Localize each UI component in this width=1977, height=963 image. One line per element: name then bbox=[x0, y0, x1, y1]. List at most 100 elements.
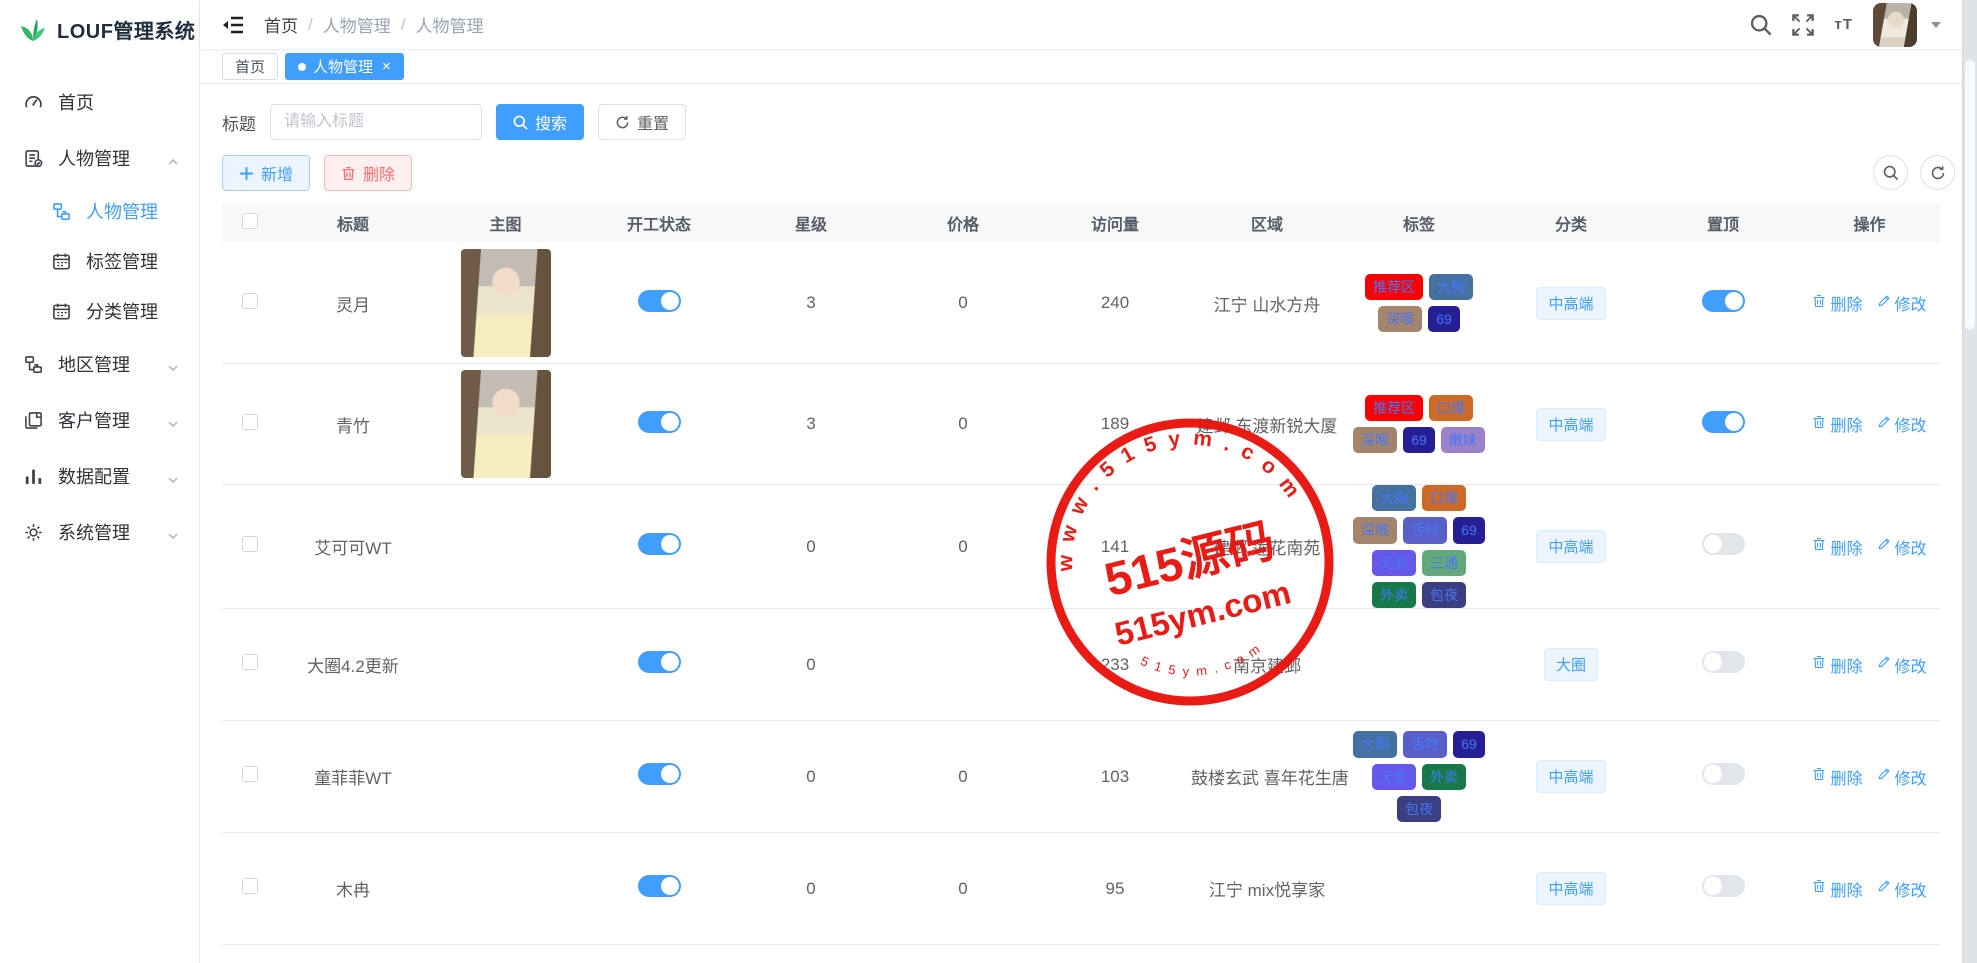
row-select-cell bbox=[222, 293, 278, 314]
sidebar-subitem-person-mgmt[interactable]: 人物管理 bbox=[0, 186, 199, 236]
sidebar-subitem-label: 人物管理 bbox=[86, 198, 158, 224]
row-title: 艾可可WT bbox=[278, 534, 428, 559]
row-checkbox[interactable] bbox=[242, 536, 258, 552]
row-photo[interactable] bbox=[461, 249, 551, 357]
gauge-icon bbox=[24, 93, 43, 112]
pin-toggle[interactable] bbox=[1702, 290, 1745, 312]
reset-button[interactable]: 重置 bbox=[598, 104, 686, 140]
scrollbar-thumb[interactable] bbox=[1965, 60, 1975, 330]
row-edit-link[interactable]: 修改 bbox=[1877, 765, 1927, 789]
chevron-down-icon bbox=[167, 414, 179, 426]
row-delete-link[interactable]: 删除 bbox=[1812, 291, 1862, 315]
tag-badge: 外卖 bbox=[1422, 764, 1466, 790]
row-category-cell: 中高端 bbox=[1495, 408, 1647, 441]
sitemap-icon bbox=[24, 355, 43, 374]
column-header: 置顶 bbox=[1647, 211, 1799, 235]
sidebar-subitem-label: 分类管理 bbox=[86, 298, 158, 324]
work-status-toggle[interactable] bbox=[638, 875, 681, 897]
tag-badge: 舌吻 bbox=[1403, 731, 1447, 757]
table-search-button[interactable] bbox=[1873, 155, 1908, 190]
user-menu-caret-icon[interactable] bbox=[1931, 22, 1941, 28]
row-checkbox[interactable] bbox=[242, 654, 258, 670]
search-button[interactable]: 搜索 bbox=[496, 104, 584, 140]
delete-button[interactable]: 删除 bbox=[324, 155, 412, 191]
row-delete-link[interactable]: 删除 bbox=[1812, 877, 1862, 901]
category-badge: 中高端 bbox=[1536, 530, 1605, 563]
row-delete-link[interactable]: 删除 bbox=[1812, 653, 1862, 677]
work-status-toggle[interactable] bbox=[638, 411, 681, 433]
sidebar-item-region-mgmt[interactable]: 地区管理 bbox=[0, 336, 199, 392]
sidebar-item-home[interactable]: 首页 bbox=[0, 74, 199, 130]
user-avatar[interactable] bbox=[1873, 3, 1917, 47]
sidebar-item-data-config[interactable]: 数据配置 bbox=[0, 448, 199, 504]
work-status-toggle[interactable] bbox=[638, 290, 681, 312]
tab-人物管理[interactable]: 人物管理 × bbox=[285, 53, 404, 80]
row-delete-link[interactable]: 删除 bbox=[1812, 412, 1862, 436]
row-edit-link[interactable]: 修改 bbox=[1877, 653, 1927, 677]
pin-toggle[interactable] bbox=[1702, 763, 1745, 785]
row-visits: 103 bbox=[1039, 767, 1191, 787]
work-status-toggle[interactable] bbox=[638, 763, 681, 785]
breadcrumb-item[interactable]: 人物管理 bbox=[323, 12, 391, 37]
row-pin-cell bbox=[1647, 290, 1799, 317]
sidebar-subitem-category-mgmt[interactable]: 分类管理 bbox=[0, 286, 199, 336]
row-checkbox[interactable] bbox=[242, 293, 258, 309]
row-edit-link[interactable]: 修改 bbox=[1877, 877, 1927, 901]
pin-toggle[interactable] bbox=[1702, 411, 1745, 433]
category-badge: 中高端 bbox=[1536, 408, 1605, 441]
font-size-icon[interactable]: тT bbox=[1834, 16, 1853, 33]
row-visits: 233 bbox=[1039, 655, 1191, 675]
row-photo[interactable] bbox=[461, 370, 551, 478]
row-edit-link[interactable]: 修改 bbox=[1877, 291, 1927, 315]
vertical-scrollbar[interactable] bbox=[1962, 0, 1977, 963]
select-all-checkbox[interactable] bbox=[242, 213, 258, 229]
sidebar: LOUF管理系统 首页 人物管理 人物管理 标签管理 分类管理 地区管理 客户管… bbox=[0, 0, 200, 963]
pin-toggle[interactable] bbox=[1702, 875, 1745, 897]
breadcrumb-item[interactable]: 首页 bbox=[264, 12, 298, 37]
tab-首页[interactable]: 首页 bbox=[222, 53, 278, 80]
row-delete-link[interactable]: 删除 bbox=[1812, 535, 1862, 559]
row-region: 江宁 mix悦享家 bbox=[1191, 876, 1343, 901]
tab-label: 首页 bbox=[235, 56, 265, 77]
row-delete-link[interactable]: 删除 bbox=[1812, 765, 1862, 789]
work-status-toggle[interactable] bbox=[638, 533, 681, 555]
add-button[interactable]: 新增 bbox=[222, 155, 310, 191]
row-checkbox[interactable] bbox=[242, 766, 258, 782]
row-checkbox[interactable] bbox=[242, 414, 258, 430]
breadcrumb-item[interactable]: 人物管理 bbox=[415, 12, 483, 37]
row-price: 0 bbox=[887, 879, 1039, 899]
tab-bar: 首页 人物管理 × bbox=[200, 50, 1977, 84]
row-category-cell: 中高端 bbox=[1495, 760, 1647, 793]
sidebar-item-person-mgmt[interactable]: 人物管理 bbox=[0, 130, 199, 186]
table-toolbar-right bbox=[1873, 155, 1955, 190]
row-pin-cell bbox=[1647, 533, 1799, 560]
search-icon[interactable] bbox=[1750, 14, 1772, 36]
table-header-row: 标题主图开工状态星级价格访问量区域标签分类置顶操作 bbox=[222, 203, 1940, 243]
collapse-menu-icon[interactable] bbox=[222, 16, 244, 34]
fullscreen-icon[interactable] bbox=[1792, 14, 1814, 36]
row-checkbox[interactable] bbox=[242, 878, 258, 894]
search-form: 标题 搜索 重置 bbox=[222, 104, 1955, 140]
row-edit-link[interactable]: 修改 bbox=[1877, 535, 1927, 559]
tab-close-icon[interactable]: × bbox=[382, 59, 391, 74]
tag-badge: 嫩妹 bbox=[1441, 427, 1485, 453]
row-actions: 删除 修改 bbox=[1799, 412, 1940, 436]
tag-badge: 69 bbox=[1403, 427, 1435, 453]
row-work-status-cell bbox=[583, 763, 735, 790]
tag-badge: 深喉 bbox=[1353, 517, 1397, 543]
title-filter-input[interactable] bbox=[270, 104, 482, 140]
tab-label: 人物管理 bbox=[313, 56, 373, 77]
sidebar-item-customer-mgmt[interactable]: 客户管理 bbox=[0, 392, 199, 448]
sidebar-item-system-mgmt[interactable]: 系统管理 bbox=[0, 504, 199, 560]
tag-badge: 三通 bbox=[1422, 550, 1466, 576]
work-status-toggle[interactable] bbox=[638, 651, 681, 673]
row-image-cell bbox=[428, 243, 583, 363]
row-title: 灵月 bbox=[278, 291, 428, 316]
trash-icon bbox=[1812, 879, 1826, 898]
pin-toggle[interactable] bbox=[1702, 533, 1745, 555]
pin-toggle[interactable] bbox=[1702, 651, 1745, 673]
sidebar-subitem-tag-mgmt[interactable]: 标签管理 bbox=[0, 236, 199, 286]
table-refresh-button[interactable] bbox=[1920, 155, 1955, 190]
row-tags-cell: 推荐区大胸深喉69 bbox=[1343, 274, 1495, 333]
row-edit-link[interactable]: 修改 bbox=[1877, 412, 1927, 436]
